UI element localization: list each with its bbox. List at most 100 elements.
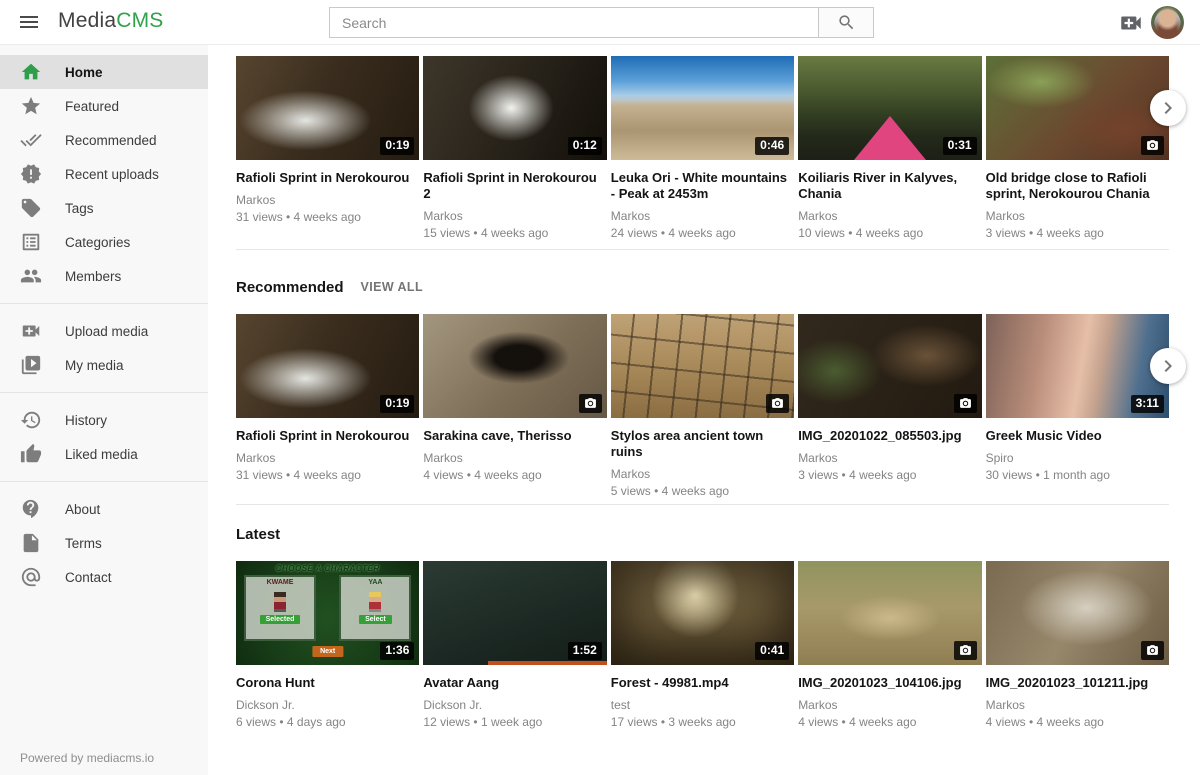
media-meta: 6 views • 4 days ago (236, 715, 419, 729)
game-character-sprite (274, 592, 286, 612)
media-card[interactable]: 0:19 Rafioli Sprint in Nerokourou Markos… (236, 56, 419, 249)
menu-button[interactable] (16, 10, 42, 36)
media-author[interactable]: test (611, 698, 794, 712)
sidebar-item-members[interactable]: Members (0, 259, 208, 293)
game-character-panel: KWAME Selected (244, 575, 316, 641)
media-title[interactable]: Corona Hunt (236, 675, 419, 691)
media-title[interactable]: Sarakina cave, Therisso (423, 428, 606, 444)
search-button[interactable] (819, 7, 874, 38)
video-call-icon (20, 320, 42, 342)
media-card[interactable]: IMG_20201023_104106.jpg Markos 4 views •… (798, 561, 981, 729)
media-card[interactable]: Old bridge close to Rafioli sprint, Nero… (986, 56, 1169, 249)
view-all-link[interactable]: VIEW ALL (361, 280, 423, 294)
sidebar-item-upload-media[interactable]: Upload media (0, 314, 208, 348)
media-author[interactable]: Markos (798, 451, 981, 465)
carousel-next-button[interactable] (1150, 348, 1186, 384)
media-card[interactable]: 1:52 Avatar Aang Dickson Jr. 12 views • … (423, 561, 606, 729)
sidebar-item-liked-media[interactable]: Liked media (0, 437, 208, 471)
media-title[interactable]: Leuka Ori - White mountains - Peak at 24… (611, 170, 794, 202)
video-library-icon (20, 354, 42, 376)
sidebar-item-label: Recommended (65, 133, 157, 148)
media-author[interactable]: Markos (798, 698, 981, 712)
media-author[interactable]: Markos (611, 209, 794, 223)
media-author[interactable]: Markos (423, 451, 606, 465)
video-thumbnail[interactable]: 0:41 (611, 561, 794, 665)
media-title[interactable]: Old bridge close to Rafioli sprint, Nero… (986, 170, 1169, 202)
sidebar-item-history[interactable]: History (0, 403, 208, 437)
sidebar-item-recommended[interactable]: Recommended (0, 123, 208, 157)
powered-by: Powered by mediacms.io (20, 751, 154, 765)
media-title[interactable]: Rafioli Sprint in Nerokourou (236, 428, 419, 444)
photo-thumbnail[interactable] (611, 314, 794, 418)
media-author[interactable]: Dickson Jr. (236, 698, 419, 712)
media-author[interactable]: Spiro (986, 451, 1169, 465)
media-author[interactable]: Markos (611, 467, 794, 481)
media-title[interactable]: Rafioli Sprint in Nerokourou 2 (423, 170, 606, 202)
media-author[interactable]: Markos (236, 451, 419, 465)
media-card[interactable]: IMG_20201022_085503.jpg Markos 3 views •… (798, 314, 981, 504)
video-thumbnail[interactable]: 0:31 (798, 56, 981, 160)
media-author[interactable]: Markos (236, 193, 419, 207)
media-author[interactable]: Markos (986, 209, 1169, 223)
media-title[interactable]: IMG_20201023_101211.jpg (986, 675, 1169, 691)
photo-thumbnail[interactable] (986, 56, 1169, 160)
media-author[interactable]: Dickson Jr. (423, 698, 606, 712)
carousel-next-button[interactable] (1150, 90, 1186, 126)
sidebar-item-featured[interactable]: Featured (0, 89, 208, 123)
media-card[interactable]: 0:12 Rafioli Sprint in Nerokourou 2 Mark… (423, 56, 606, 249)
media-title[interactable]: Avatar Aang (423, 675, 606, 691)
photo-thumbnail[interactable] (798, 314, 981, 418)
media-card[interactable]: CHOOSE A CHARACTER KWAME Selected YAA Se… (236, 561, 419, 729)
media-card[interactable]: Stylos area ancient town ruins Markos 5 … (611, 314, 794, 504)
logo[interactable]: MediaCMS (58, 9, 163, 33)
video-thumbnail[interactable]: 3:11 (986, 314, 1169, 418)
video-thumbnail[interactable]: 0:19 (236, 56, 419, 160)
sidebar-group-info: About Terms Contact (0, 481, 208, 604)
media-card[interactable]: 0:46 Leuka Ori - White mountains - Peak … (611, 56, 794, 249)
media-card[interactable]: 0:19 Rafioli Sprint in Nerokourou Markos… (236, 314, 419, 504)
media-card[interactable]: 0:31 Koiliaris River in Kalyves, Chania … (798, 56, 981, 249)
media-title[interactable]: Forest - 49981.mp4 (611, 675, 794, 691)
search-input[interactable] (329, 7, 819, 38)
media-meta: 24 views • 4 weeks ago (611, 226, 794, 240)
video-thumbnail[interactable]: CHOOSE A CHARACTER KWAME Selected YAA Se… (236, 561, 419, 665)
media-card[interactable]: Sarakina cave, Therisso Markos 4 views •… (423, 314, 606, 504)
sidebar-item-tags[interactable]: Tags (0, 191, 208, 225)
photo-thumbnail[interactable] (423, 314, 606, 418)
media-title[interactable]: IMG_20201022_085503.jpg (798, 428, 981, 444)
sidebar-item-recent-uploads[interactable]: Recent uploads (0, 157, 208, 191)
media-author[interactable]: Markos (798, 209, 981, 223)
sidebar-item-home[interactable]: Home (0, 55, 208, 89)
video-thumbnail[interactable]: 0:12 (423, 56, 606, 160)
media-author[interactable]: Markos (423, 209, 606, 223)
game-character-name: KWAME (267, 579, 294, 586)
media-title[interactable]: Rafioli Sprint in Nerokourou (236, 170, 419, 186)
media-title[interactable]: IMG_20201023_104106.jpg (798, 675, 981, 691)
photo-thumbnail[interactable] (798, 561, 981, 665)
user-avatar[interactable] (1151, 6, 1184, 39)
media-title[interactable]: Greek Music Video (986, 428, 1169, 444)
sidebar-item-label: About (65, 502, 100, 517)
photo-thumbnail[interactable] (986, 561, 1169, 665)
media-card[interactable]: IMG_20201023_101211.jpg Markos 4 views •… (986, 561, 1169, 729)
sidebar: Home Featured Recommended Recent uploads… (0, 45, 208, 775)
media-author[interactable]: Markos (986, 698, 1169, 712)
media-title[interactable]: Stylos area ancient town ruins (611, 428, 794, 460)
sidebar-item-categories[interactable]: Categories (0, 225, 208, 259)
upload-media-icon[interactable] (1118, 10, 1144, 36)
sidebar-item-label: Home (65, 65, 103, 80)
media-meta: 31 views • 4 weeks ago (236, 468, 419, 482)
video-thumbnail[interactable]: 0:19 (236, 314, 419, 418)
video-thumbnail[interactable]: 0:46 (611, 56, 794, 160)
media-card[interactable]: 3:11 Greek Music Video Spiro 30 views • … (986, 314, 1169, 504)
sidebar-item-label: Recent uploads (65, 167, 159, 182)
media-meta: 3 views • 4 weeks ago (986, 226, 1169, 240)
sidebar-item-terms[interactable]: Terms (0, 526, 208, 560)
media-card[interactable]: 0:41 Forest - 49981.mp4 test 17 views • … (611, 561, 794, 729)
sidebar-item-contact[interactable]: Contact (0, 560, 208, 594)
media-meta: 31 views • 4 weeks ago (236, 210, 419, 224)
video-thumbnail[interactable]: 1:52 (423, 561, 606, 665)
sidebar-item-my-media[interactable]: My media (0, 348, 208, 382)
media-title[interactable]: Koiliaris River in Kalyves, Chania (798, 170, 981, 202)
sidebar-item-about[interactable]: About (0, 492, 208, 526)
